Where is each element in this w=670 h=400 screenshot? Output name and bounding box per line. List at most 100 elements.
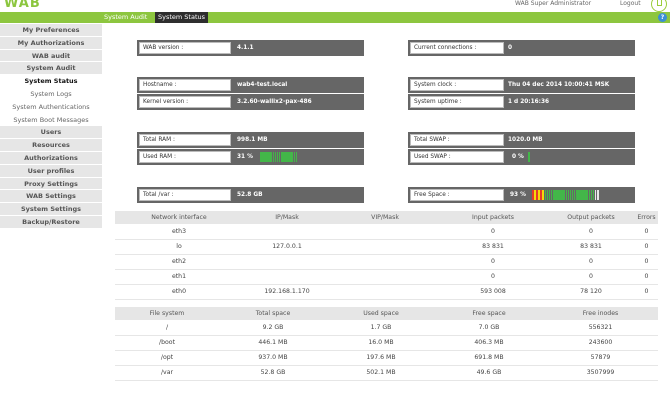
sidebar-item-system-audit[interactable]: System Audit bbox=[0, 62, 102, 76]
filesystem-cell: 502.1 MB bbox=[327, 365, 435, 381]
sidebar-item-wab-audit[interactable]: WAB audit bbox=[0, 49, 102, 63]
network-cell: eth2 bbox=[115, 254, 243, 270]
total-var-value: 52.8 GB bbox=[237, 192, 263, 198]
network-cell: 0 bbox=[439, 224, 547, 240]
filesystem-cell: 556321 bbox=[543, 320, 658, 336]
filesystem-cell: 16.0 MB bbox=[327, 335, 435, 351]
total-ram-label: Total RAM : bbox=[139, 134, 231, 146]
breadcrumb-system-status[interactable]: System Status bbox=[155, 12, 209, 23]
total-swap-value: 1020.0 MB bbox=[508, 137, 543, 143]
total-ram-value: 998.1 MB bbox=[237, 137, 268, 143]
sidebar-item-my-authorizations[interactable]: My Authorizations bbox=[0, 36, 102, 50]
power-icon[interactable] bbox=[651, 0, 667, 12]
network-cell: 0 bbox=[635, 284, 658, 300]
filesystem-header-cell: Total space bbox=[219, 307, 327, 320]
network-header-cell: Errors bbox=[635, 211, 658, 224]
network-interfaces-table: Network interface IP/Mask VIP/Mask Input pa… bbox=[115, 211, 658, 300]
network-cell: 0 bbox=[635, 269, 658, 285]
network-cell bbox=[243, 224, 331, 240]
filesystem-cell: 937.0 MB bbox=[219, 350, 327, 366]
sidebar-item-system-logs[interactable]: System Logs bbox=[0, 87, 102, 101]
sidebar-item-wab-settings[interactable]: WAB Settings bbox=[0, 190, 102, 204]
filesystem-cell: 446.1 MB bbox=[219, 335, 327, 351]
clock-value: Thu 04 dec 2014 10:00:41 MSK bbox=[508, 82, 610, 88]
menubar: System Audit System Status ? bbox=[0, 12, 670, 23]
free-space-gauge bbox=[532, 190, 599, 200]
network-table-header: Network interface IP/Mask VIP/Mask Input pa… bbox=[115, 211, 658, 224]
filesystems-table: File system Total space Used space Free spa… bbox=[115, 307, 658, 381]
total-swap-row: Total SWAP : 1020.0 MB bbox=[408, 132, 635, 148]
used-swap-label: Used SWAP : bbox=[410, 151, 504, 163]
current-user-label: WAB Super Administrator bbox=[515, 0, 592, 7]
filesystem-header-cell: Free inodes bbox=[543, 307, 658, 320]
filesystem-cell: 57879 bbox=[543, 350, 658, 366]
network-header-cell: Network interface bbox=[115, 211, 243, 224]
filesystem-header-cell: Free space bbox=[435, 307, 543, 320]
total-ram-row: Total RAM : 998.1 MB bbox=[137, 132, 364, 148]
help-icon[interactable]: ? bbox=[658, 13, 667, 22]
gauge-segment bbox=[596, 190, 599, 200]
filesystem-cell: 197.6 MB bbox=[327, 350, 435, 366]
network-cell: 0 bbox=[439, 269, 547, 285]
filesystem-row: /var 52.8 GB 502.1 MB 49.6 GB 3507999 bbox=[115, 365, 658, 381]
network-header-cell: Input packets bbox=[439, 211, 547, 224]
sidebar-item-resources[interactable]: Resources bbox=[0, 139, 102, 152]
hostname-label: Hostname : bbox=[139, 79, 231, 91]
network-cell bbox=[243, 254, 331, 270]
filesystem-cell: 1.7 GB bbox=[327, 320, 435, 336]
free-space-label: Free Space : bbox=[410, 189, 504, 201]
filesystem-row: /9.2 GB 1.7 GB 7.0 GB 556321 bbox=[115, 320, 658, 336]
top-header: WAB WAB Super Administrator Logout bbox=[0, 0, 670, 12]
kernel-label: Kernel version : bbox=[139, 96, 231, 108]
hostname-value: wab4-test.local bbox=[237, 82, 288, 88]
filesystem-cell: /opt bbox=[115, 350, 219, 366]
used-swap-gauge bbox=[528, 152, 530, 162]
clock-row: System clock : Thu 04 dec 2014 10:00:41 … bbox=[408, 77, 635, 93]
used-swap-value: 0 % bbox=[512, 154, 524, 160]
wab-version-label: WAB version : bbox=[139, 42, 231, 54]
network-cell: 0 bbox=[547, 224, 635, 240]
kernel-value: 3.2.60-wallix2-pax-486 bbox=[237, 99, 312, 105]
filesystem-row: /opt 937.0 MB 197.6 MB 691.8 MB 57879 bbox=[115, 350, 658, 366]
filesystem-cell: 691.8 MB bbox=[435, 350, 543, 366]
sidebar-item-my-preferences[interactable]: My Preferences bbox=[0, 24, 102, 37]
logout-link[interactable]: Logout bbox=[620, 0, 641, 7]
kernel-row: Kernel version : 3.2.60-wallix2-pax-486 bbox=[137, 94, 364, 110]
network-cell: eth1 bbox=[115, 269, 243, 285]
filesystem-header-cell: File system bbox=[115, 307, 219, 320]
total-var-label: Total /var : bbox=[139, 189, 231, 201]
network-header-cell: Output packets bbox=[547, 211, 635, 224]
filesystem-cell: 49.6 GB bbox=[435, 365, 543, 381]
filesystem-cell: / bbox=[115, 320, 219, 336]
sidebar-item-system-authentications[interactable]: System Authentications bbox=[0, 100, 102, 114]
filesystem-cell: 3507999 bbox=[543, 365, 658, 381]
sidebar-nav: My Preferences My Authorizations WAB audit… bbox=[0, 24, 102, 400]
network-cell: 0 bbox=[635, 224, 658, 240]
network-cell: 0 bbox=[547, 269, 635, 285]
sidebar-item-proxy-settings[interactable]: Proxy Settings bbox=[0, 177, 102, 191]
network-cell: 83 831 bbox=[547, 239, 635, 255]
network-cell: 127.0.0.1 bbox=[243, 239, 331, 255]
network-cell: 0 bbox=[635, 239, 658, 255]
sidebar-item-user-profiles[interactable]: User profiles bbox=[0, 164, 102, 178]
filesystem-cell: /var bbox=[115, 365, 219, 381]
network-cell bbox=[243, 269, 331, 285]
total-var-row: Total /var : 52.8 GB bbox=[137, 187, 364, 203]
used-ram-row: Used RAM : 31 % bbox=[137, 149, 364, 165]
sidebar-item-system-boot-messages[interactable]: System Boot Messages bbox=[0, 113, 102, 127]
filesystem-cell: 52.8 GB bbox=[219, 365, 327, 381]
gauge-segment bbox=[528, 152, 530, 162]
network-cell: eth3 bbox=[115, 224, 243, 240]
filesystem-cell: /boot bbox=[115, 335, 219, 351]
network-cell bbox=[331, 239, 439, 255]
sidebar-item-backup-restore[interactable]: Backup/Restore bbox=[0, 215, 102, 229]
breadcrumb-system-audit[interactable]: System Audit bbox=[104, 13, 147, 21]
network-cell: 192.168.1.170 bbox=[243, 284, 331, 300]
sidebar-item-users[interactable]: Users bbox=[0, 126, 102, 140]
network-cell bbox=[331, 224, 439, 240]
sidebar-item-authorizations[interactable]: Authorizations bbox=[0, 151, 102, 165]
sidebar-item-system-status[interactable]: System Status bbox=[0, 75, 102, 88]
network-cell: 593 008 bbox=[439, 284, 547, 300]
sidebar-item-system-settings[interactable]: System Settings bbox=[0, 203, 102, 216]
network-cell: eth0 bbox=[115, 284, 243, 300]
